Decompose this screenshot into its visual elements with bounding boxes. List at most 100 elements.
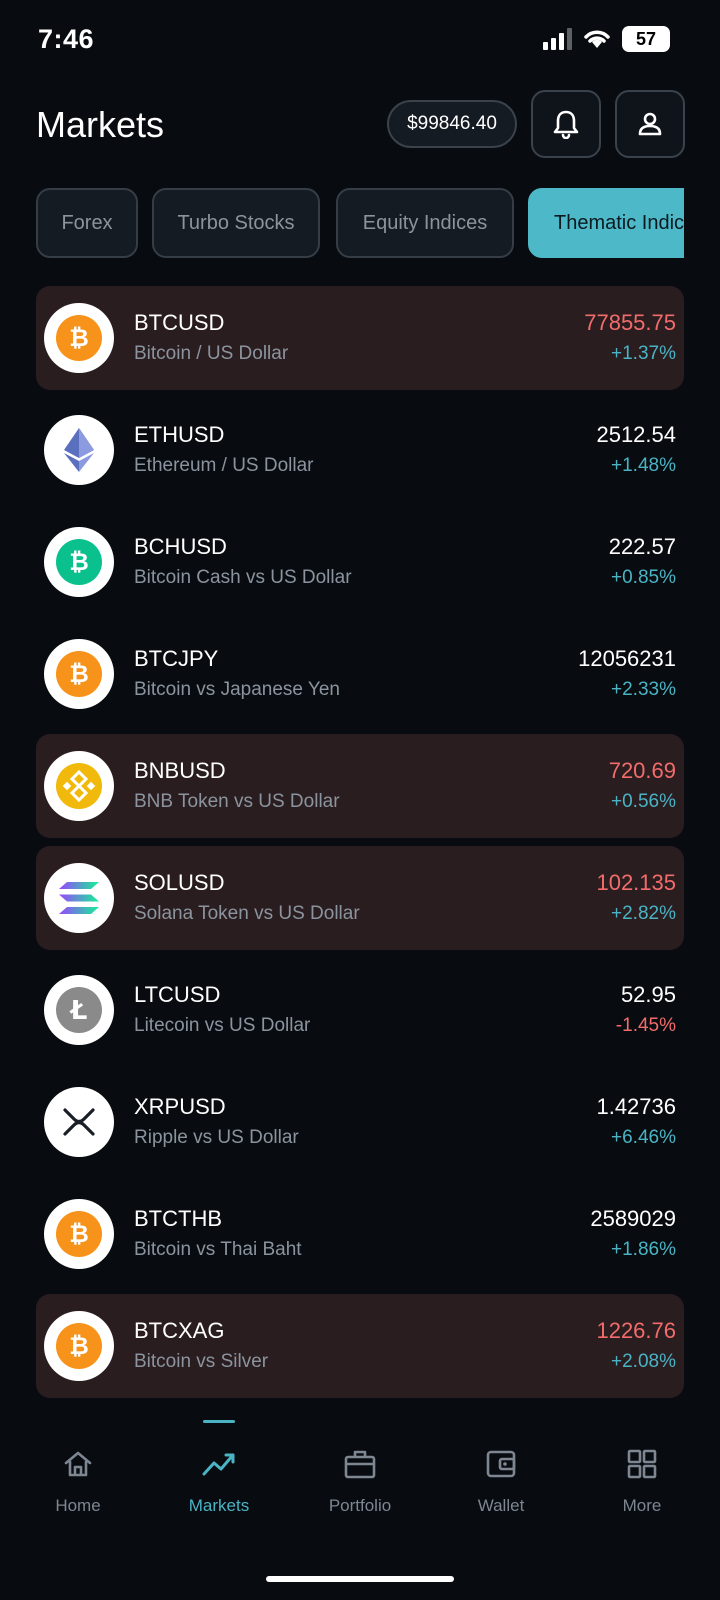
change: +2.08% [611,1351,676,1372]
active-indicator [203,1420,235,1423]
price: 77855.75 [584,310,676,335]
nav-label: Home [55,1496,101,1515]
home-indicator [266,1576,454,1582]
balance-button[interactable]: $99846.40 [387,100,517,148]
wifi-icon [584,30,610,48]
symbol: SOLUSD [134,870,225,895]
change: -1.45% [615,1015,676,1036]
price: 1226.76 [596,1318,676,1343]
pair-name: BNB Token vs US Dollar [134,791,340,812]
pair-name: Ethereum / US Dollar [134,455,314,476]
bottom-nav: Home Markets Portfolio Wallet More [0,1420,720,1540]
category-tabs: Forex Turbo Stocks Equity Indices Themat… [36,188,684,258]
tab-equity-indices[interactable]: Equity Indices [336,188,514,258]
nav-label: More [622,1496,662,1515]
litecoin-icon: Ł [44,975,114,1045]
status-time: 7:46 [38,24,95,54]
signal-icon [543,28,572,50]
pair-name: Ripple vs US Dollar [134,1127,299,1148]
nav-home[interactable]: Home [8,1420,148,1520]
bitcoin-cash-icon: ₿ [44,527,114,597]
nav-label: Portfolio [328,1496,392,1515]
change: +1.48% [611,455,676,476]
pair-name: Bitcoin / US Dollar [134,343,289,364]
ethereum-icon [44,415,114,485]
svg-text:₿: ₿ [69,1220,89,1248]
change: +2.33% [611,679,676,700]
symbol: BCHUSD [134,534,227,559]
price: 52.95 [620,982,676,1007]
status-bar: 7:46 57 [0,0,720,78]
pair-name: Solana Token vs US Dollar [134,903,360,924]
pair-name: Bitcoin vs Silver [134,1351,269,1372]
solana-icon [44,863,114,933]
bell-icon [553,110,579,139]
market-row-btcxag[interactable]: ₿ BTCXAG Bitcoin vs Silver 1226.76 +2.08… [36,1294,684,1398]
pair-name: Bitcoin Cash vs US Dollar [134,567,352,588]
home-icon [62,1446,94,1482]
symbol: BTCXAG [134,1318,225,1343]
market-row-solusd[interactable]: SOLUSD Solana Token vs US Dollar 102.135… [36,846,684,950]
svg-text:Ł: Ł [69,996,88,1026]
symbol: XRPUSD [134,1094,226,1119]
bitcoin-icon: ₿ [44,639,114,709]
nav-portfolio[interactable]: Portfolio [290,1420,430,1520]
tab-thematic-indices[interactable]: Thematic Indic [528,188,684,258]
price: 2512.54 [596,422,676,447]
change: +1.86% [611,1239,676,1260]
wallet-icon [485,1446,517,1482]
price: 720.69 [608,758,676,783]
profile-button[interactable] [615,90,685,158]
bitcoin-icon: ₿ [44,303,114,373]
change: +2.82% [611,903,676,924]
tab-forex[interactable]: Forex [36,188,138,258]
symbol: BTCUSD [134,310,225,335]
symbol: LTCUSD [134,982,221,1007]
price: 102.135 [596,870,676,895]
header: Markets $99846.40 [0,88,720,160]
chart-icon [202,1446,236,1482]
nav-label: Markets [188,1496,250,1515]
svg-text:₿: ₿ [69,324,89,352]
change: +0.56% [611,791,676,812]
grid-icon [626,1446,658,1482]
svg-text:₿: ₿ [69,548,89,576]
pair-name: Bitcoin vs Thai Baht [134,1239,302,1260]
nav-wallet[interactable]: Wallet [431,1420,571,1520]
market-row-btcusd[interactable]: ₿ BTCUSD Bitcoin / US Dollar 77855.75 +1… [36,286,684,390]
svg-text:₿: ₿ [69,660,89,688]
xrp-icon [44,1087,114,1157]
svg-text:₿: ₿ [69,1332,89,1360]
status-icons: 57 [543,26,670,52]
market-row-btcjpy[interactable]: ₿ BTCJPY Bitcoin vs Japanese Yen 1205623… [36,622,684,726]
pair-name: Litecoin vs US Dollar [134,1015,311,1036]
market-row-btcthb[interactable]: ₿ BTCTHB Bitcoin vs Thai Baht 2589029 +1… [36,1182,684,1286]
nav-markets[interactable]: Markets [149,1420,289,1520]
symbol: BTCJPY [134,646,219,671]
market-row-bchusd[interactable]: ₿ BCHUSD Bitcoin Cash vs US Dollar 222.5… [36,510,684,614]
change: +0.85% [611,567,676,588]
briefcase-icon [343,1446,377,1482]
change: +6.46% [611,1127,676,1148]
change: +1.37% [611,343,676,364]
bnb-icon [44,751,114,821]
symbol: ETHUSD [134,422,225,447]
notifications-button[interactable] [531,90,601,158]
symbol: BTCTHB [134,1206,222,1231]
page-title: Markets [36,104,165,145]
symbol: BNBUSD [134,758,226,783]
market-row-xrpusd[interactable]: XRPUSD Ripple vs US Dollar 1.42736 +6.46… [36,1070,684,1174]
market-row-ltcusd[interactable]: Ł LTCUSD Litecoin vs US Dollar 52.95 -1.… [36,958,684,1062]
pair-name: Bitcoin vs Japanese Yen [134,679,340,700]
market-row-bnbusd[interactable]: BNBUSD BNB Token vs US Dollar 720.69 +0.… [36,734,684,838]
battery-icon: 57 [622,26,670,52]
tab-turbo-stocks[interactable]: Turbo Stocks [152,188,320,258]
bitcoin-icon: ₿ [44,1311,114,1381]
nav-more[interactable]: More [572,1420,712,1520]
price: 2589029 [590,1206,676,1231]
price: 1.42736 [596,1094,676,1119]
user-icon [638,112,662,136]
price: 12056231 [578,646,676,671]
price: 222.57 [608,534,676,559]
market-row-ethusd[interactable]: ETHUSD Ethereum / US Dollar 2512.54 +1.4… [36,398,684,502]
